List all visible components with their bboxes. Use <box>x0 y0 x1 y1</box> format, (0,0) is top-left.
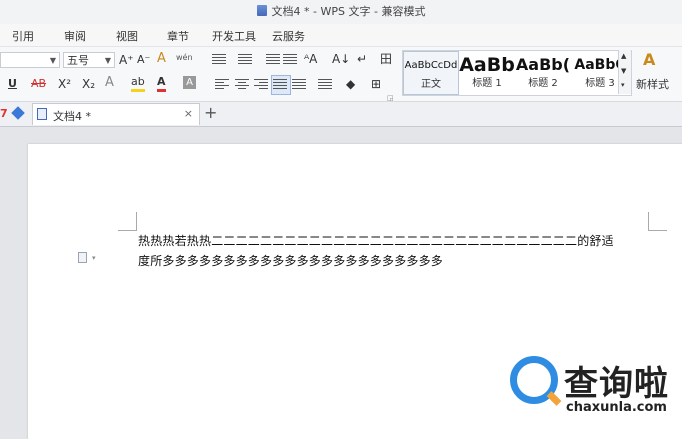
wps-doc-icon <box>256 5 267 16</box>
sort-icon[interactable]: A↓ <box>332 51 350 67</box>
style-preview: AaBb( <box>515 55 571 74</box>
title-bar: 文档4 * - WPS 文字 - 兼容模式 <box>0 0 682 24</box>
highlight-button[interactable]: ab <box>131 75 145 92</box>
margin-corner-top-right <box>648 212 667 231</box>
new-style-icon[interactable]: A <box>643 52 655 68</box>
align-right-icon[interactable] <box>254 79 268 91</box>
pinyin-guide-button[interactable]: wén <box>176 50 193 66</box>
paragraph-marker-icon[interactable] <box>78 252 87 263</box>
table-border-icon[interactable]: 田 <box>380 51 392 67</box>
margin-corner-top-left <box>118 212 137 231</box>
chevron-up-icon[interactable]: ▲ <box>621 52 626 60</box>
chevron-down-icon: ▼ <box>104 56 111 65</box>
subscript-button[interactable]: X₂ <box>82 76 95 92</box>
doc-tab-label: 文档4 * <box>53 110 91 123</box>
decrease-indent-icon[interactable] <box>266 54 280 66</box>
superscript-button[interactable]: X² <box>58 76 71 92</box>
watermark-logo: 查询啦 chaxunla.com <box>506 352 676 422</box>
line-spacing-icon[interactable] <box>318 79 332 91</box>
style-heading-1[interactable]: AaBb 标题 1 <box>459 51 515 95</box>
justify-icon[interactable] <box>273 79 287 91</box>
tab-references[interactable]: 引用 <box>12 28 34 44</box>
borders-icon[interactable]: ⊞ <box>371 76 381 92</box>
strikethrough-button[interactable]: AB <box>31 76 46 92</box>
style-preview: AaBbCcDd <box>404 60 458 71</box>
shrink-font-button[interactable]: A⁻ <box>137 52 150 68</box>
font-family-combo[interactable]: ▼ <box>0 52 60 68</box>
font-color-button[interactable]: A <box>157 75 166 92</box>
style-name: 标题 2 <box>528 78 558 89</box>
document-line-2[interactable]: 度所多多多多多多多多多多多多多多多多多多多多多多多 <box>138 252 650 269</box>
style-heading-2[interactable]: AaBb( 标题 2 <box>515 51 571 95</box>
cube-icon[interactable] <box>11 106 25 120</box>
align-left-icon[interactable] <box>215 79 229 91</box>
font-size-combo[interactable]: 五号 ▼ <box>63 52 115 68</box>
chevron-down-icon[interactable]: ▾ <box>92 254 96 262</box>
add-tab-button[interactable]: + <box>204 103 217 122</box>
align-center-icon[interactable] <box>235 79 249 91</box>
window-title: 文档4 * - WPS 文字 - 兼容模式 <box>271 5 426 18</box>
underline-button[interactable]: U <box>8 76 17 92</box>
bullet-list-icon[interactable] <box>212 54 226 66</box>
style-name: 正文 <box>421 79 441 90</box>
font-case-icon[interactable]: ᴬA <box>304 51 317 67</box>
char-shading-button[interactable]: A <box>183 76 196 89</box>
distributed-icon[interactable] <box>292 79 306 91</box>
more-styles-icon[interactable]: ▾ <box>621 81 625 89</box>
text-effect-button[interactable]: A <box>105 75 114 91</box>
style-preview: AaBb <box>459 54 515 76</box>
show-marks-icon[interactable]: ↵ <box>357 51 367 67</box>
document-icon <box>37 108 47 120</box>
close-icon[interactable]: × <box>184 107 193 120</box>
chevron-down-icon: ▼ <box>49 56 56 65</box>
shading-fill-icon[interactable]: ◆ <box>346 76 355 92</box>
chevron-down-icon[interactable]: ▼ <box>621 67 626 75</box>
style-normal[interactable]: AaBbCcDd 正文 <box>403 51 459 95</box>
watermark-brand: 查询啦 <box>564 364 669 404</box>
doc-tab-active[interactable]: 文档4 * × <box>32 103 200 125</box>
increase-indent-icon[interactable] <box>283 54 297 66</box>
font-size-value: 五号 <box>67 54 89 67</box>
tab-section[interactable]: 章节 <box>167 28 189 44</box>
magnifier-logo-icon <box>510 356 558 404</box>
style-name: 标题 1 <box>472 78 502 89</box>
document-tab-bar: 7 文档4 * × + <box>0 102 682 127</box>
tab-view[interactable]: 视图 <box>116 28 138 44</box>
wps-logo-icon[interactable]: 7 <box>0 107 8 120</box>
new-style-button[interactable]: 新样式 <box>636 77 669 93</box>
document-line-1[interactable]: 热热热若热热二二二二二二二二二二二二二二二二二二二二二二二二二二二二二二的舒适 <box>138 232 650 249</box>
watermark-url: chaxunla.com <box>566 400 667 415</box>
tab-review[interactable]: 审阅 <box>64 28 86 44</box>
grow-font-button[interactable]: A⁺ <box>119 52 134 68</box>
tab-developer-tools[interactable]: 开发工具 <box>212 28 256 44</box>
numbered-list-icon[interactable] <box>238 54 252 66</box>
styles-scroll[interactable]: ▲ ▼ ▾ <box>618 50 631 94</box>
styles-gallery: AaBbCcDd 正文 AaBb 标题 1 AaBb( 标题 2 AaBbC 标… <box>402 50 632 96</box>
clear-format-button[interactable]: A <box>157 51 166 67</box>
menu-bar: 引用 审阅 视图 章节 开发工具 云服务 <box>0 24 682 47</box>
tab-cloud-services[interactable]: 云服务 <box>272 28 305 44</box>
